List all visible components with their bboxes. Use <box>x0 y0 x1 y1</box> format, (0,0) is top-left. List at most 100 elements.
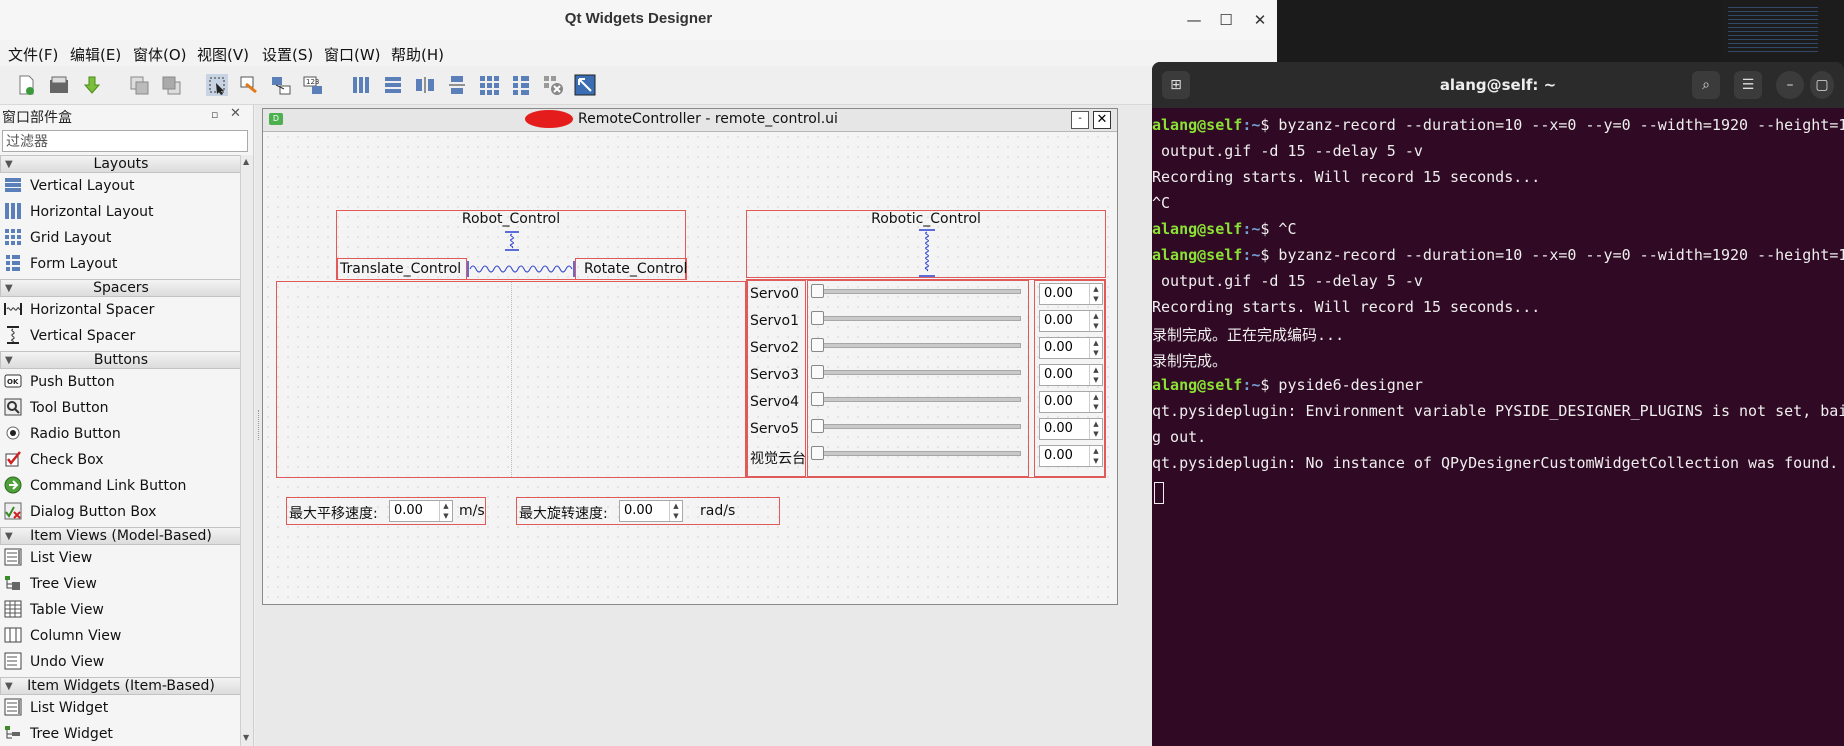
category-spacers[interactable]: ▼ Spacers <box>0 279 242 297</box>
menu-form[interactable]: 窗体(O) <box>133 44 187 65</box>
new-form-icon[interactable] <box>15 74 37 96</box>
terminal-minimize-button[interactable]: – <box>1776 71 1804 99</box>
widget-list-view[interactable]: List View <box>4 545 92 571</box>
layout-vertical-icon[interactable] <box>382 74 404 96</box>
widget-command-link-button[interactable]: Command Link Button <box>4 473 186 499</box>
form-titlebar: D RemoteController - remote_control.ui -… <box>263 109 1117 132</box>
category-label: Buttons <box>93 352 149 368</box>
rotate-control-box[interactable]: Rotate_Control <box>575 258 687 280</box>
servo-grid-layout: Servo0 0.00 ▲ ▼ Servo1 0.00 ▲ ▼ Servo2 0.00 ▲… <box>746 279 1106 478</box>
widget-check-box[interactable]: Check Box <box>4 447 104 473</box>
float-panel-icon[interactable]: ▫ <box>211 108 218 121</box>
break-layout-icon[interactable] <box>542 74 564 96</box>
designer-titlebar: Qt Widgets Designer — ☐ ✕ <box>0 0 1277 41</box>
menu-help[interactable]: 帮助(H) <box>391 44 444 65</box>
widget-vertical-layout[interactable]: Vertical Layout <box>4 173 134 199</box>
category-buttons[interactable]: ▼ Buttons <box>0 351 242 369</box>
widget-grid-layout[interactable]: Grid Layout <box>4 225 111 251</box>
splitter-handle[interactable] <box>258 410 261 440</box>
menu-settings[interactable]: 设置(S) <box>262 44 313 65</box>
save-form-icon[interactable] <box>81 74 103 96</box>
translate-control-box[interactable]: Translate_Control <box>337 258 467 280</box>
layout-grid-icon[interactable] <box>478 74 500 96</box>
widget-radio-button[interactable]: Radio Button <box>4 421 121 447</box>
servo3-spinbox[interactable]: 0.00 ▲ ▼ <box>1039 364 1103 386</box>
line-text: $ pyside6-designer <box>1260 376 1423 394</box>
bring-front-icon[interactable] <box>160 74 182 96</box>
prompt-user: alang@self <box>1152 376 1243 394</box>
translate-control-label: Translate_Control <box>340 261 462 277</box>
widget-dialog-button-box[interactable]: Dialog Button Box <box>4 499 156 525</box>
minimize-button[interactable]: — <box>1182 8 1206 32</box>
widget-tree-widget[interactable]: Tree Widget <box>4 721 113 741</box>
servo5-slider[interactable] <box>811 419 1021 433</box>
robotic-control-layout[interactable]: Robotic_Control <box>746 210 1106 278</box>
widget-push-button[interactable]: OK Push Button <box>4 369 115 395</box>
prompt-path: :~ <box>1242 220 1261 238</box>
form-minimize-button[interactable]: - <box>1071 111 1089 129</box>
form-layout-icon <box>6 255 20 271</box>
servo2-slider[interactable] <box>811 338 1021 352</box>
servo1-slider[interactable] <box>811 311 1021 325</box>
vertical-spacer-icon[interactable] <box>503 231 521 251</box>
max-translate-speed-spinbox[interactable]: 0.00 ▲ ▼ <box>389 500 453 522</box>
menu-window[interactable]: 窗口(W) <box>324 44 381 65</box>
maximize-button[interactable]: ☐ <box>1214 8 1238 32</box>
close-button[interactable]: ✕ <box>1248 8 1272 32</box>
robot-control-layout[interactable]: Robot_Control Translate_Control Rotate_C… <box>336 210 687 280</box>
layout-v-splitter-icon[interactable] <box>446 74 468 96</box>
menu-icon[interactable]: ☰ <box>1734 71 1762 99</box>
widget-horizontal-spacer[interactable]: Horizontal Spacer <box>4 297 154 323</box>
close-panel-icon[interactable]: ✕ <box>230 106 241 121</box>
servo4-slider[interactable] <box>811 392 1021 406</box>
max-translate-speed-label: 最大平移速度: <box>289 506 378 522</box>
widget-tool-button[interactable]: Tool Button <box>4 395 109 421</box>
menu-edit[interactable]: 编辑(E) <box>70 44 121 65</box>
redaction-mark <box>525 110 573 128</box>
filter-input[interactable]: 过滤器 <box>2 130 248 152</box>
layout-h-splitter-icon[interactable] <box>414 74 436 96</box>
servo3-slider[interactable] <box>811 365 1021 379</box>
pan-tilt-slider[interactable] <box>811 446 1021 460</box>
widget-column-view[interactable]: Column View <box>4 623 121 649</box>
widget-table-view[interactable]: Table View <box>4 597 104 623</box>
edit-signals-icon[interactable] <box>238 74 260 96</box>
servo4-spinbox[interactable]: 0.00 ▲ ▼ <box>1039 391 1103 413</box>
widget-form-layout[interactable]: Form Layout <box>4 251 117 277</box>
max-rotate-speed-spinbox[interactable]: 0.00 ▲ ▼ <box>619 500 683 522</box>
edit-widgets-icon[interactable] <box>206 74 228 96</box>
tree-widget-icon <box>5 726 20 739</box>
servo0-spinbox[interactable]: 0.00 ▲ ▼ <box>1039 283 1103 305</box>
horizontal-spacer-icon[interactable] <box>467 259 575 279</box>
category-item-widgets[interactable]: ▼ Item Widgets (Item-Based) <box>0 677 242 695</box>
widget-box-title: 窗口部件盒 <box>2 110 72 126</box>
send-back-icon[interactable] <box>128 74 150 96</box>
search-icon[interactable]: ⌕ <box>1692 71 1720 99</box>
widget-horizontal-layout[interactable]: Horizontal Layout <box>4 199 154 225</box>
widget-undo-view[interactable]: Undo View <box>4 649 104 675</box>
servo5-spinbox[interactable]: 0.00 ▲ ▼ <box>1039 418 1103 440</box>
translate-rotate-area[interactable] <box>276 281 746 478</box>
menu-file[interactable]: 文件(F) <box>8 44 58 65</box>
pan-tilt-spinbox[interactable]: 0.00 ▲ ▼ <box>1039 445 1103 467</box>
category-layouts[interactable]: ▼ Layouts <box>0 155 242 173</box>
edit-buddies-icon[interactable] <box>270 74 292 96</box>
edit-tab-order-icon[interactable]: 123 <box>302 74 324 96</box>
servo0-slider[interactable] <box>811 284 1021 298</box>
layout-horizontal-icon[interactable] <box>350 74 372 96</box>
terminal-maximize-button[interactable]: ▢ <box>1810 71 1834 99</box>
widget-vertical-spacer[interactable]: Vertical Spacer <box>4 323 135 349</box>
servo2-spinbox[interactable]: 0.00 ▲ ▼ <box>1039 337 1103 359</box>
widget-list-widget[interactable]: List Widget <box>4 695 108 721</box>
menu-view[interactable]: 视图(V) <box>197 44 249 65</box>
form-close-button[interactable]: ✕ <box>1093 111 1111 129</box>
widget-tree-view[interactable]: Tree View <box>4 571 97 597</box>
terminal-body[interactable]: alang@self:~$ byzanz-record --duration=1… <box>1152 108 1844 746</box>
vertical-spacer-icon[interactable] <box>917 229 937 277</box>
layout-form-icon[interactable] <box>510 74 532 96</box>
widget-box-scrollbar[interactable]: ▲ ▼ <box>240 155 253 746</box>
open-form-icon[interactable] <box>48 74 70 96</box>
adjust-size-icon[interactable] <box>574 74 596 96</box>
servo1-spinbox[interactable]: 0.00 ▲ ▼ <box>1039 310 1103 332</box>
category-item-views[interactable]: ▼ Item Views (Model-Based) <box>0 527 242 545</box>
